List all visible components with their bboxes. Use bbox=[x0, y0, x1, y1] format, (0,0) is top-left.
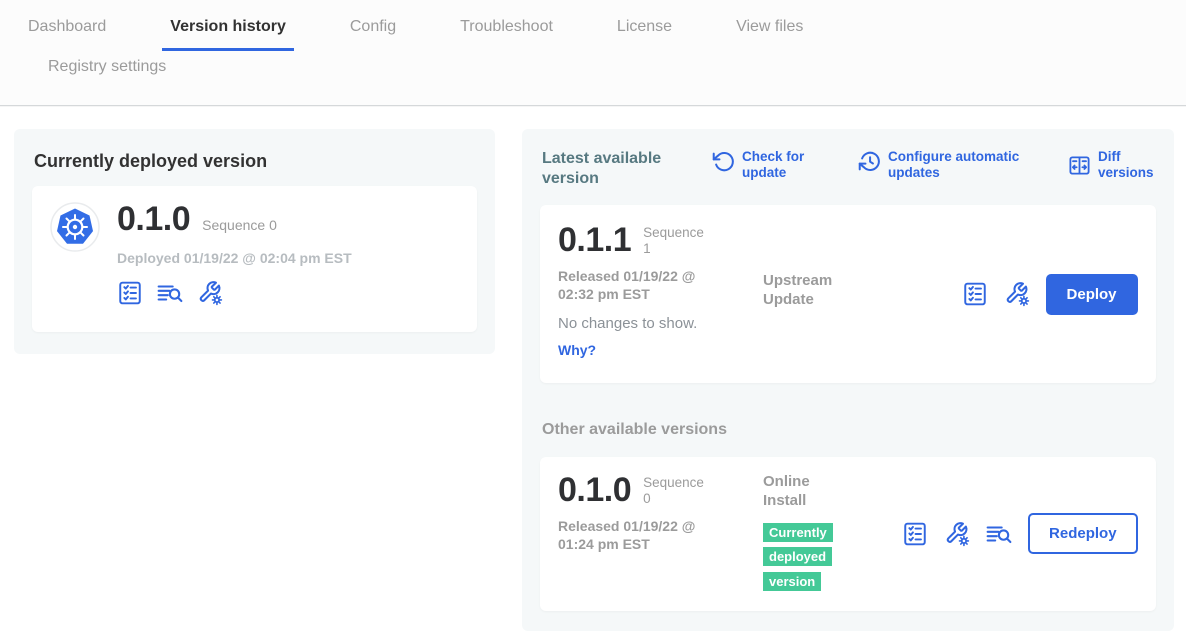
configure-automatic-updates-label: Configure automatic updates bbox=[888, 149, 1038, 181]
auto-update-schedule-icon bbox=[858, 150, 881, 173]
tab-troubleshoot[interactable]: Troubleshoot bbox=[452, 13, 561, 51]
diff-versions-label: Diff versions bbox=[1098, 149, 1154, 181]
tab-config[interactable]: Config bbox=[342, 13, 404, 51]
currently-deployed-panel: Currently deployed version bbox=[14, 129, 495, 354]
deployed-version-details: 0.1.0 Sequence 0 Deployed 01/19/22 @ 02:… bbox=[117, 202, 352, 316]
kubernetes-logo-icon bbox=[50, 202, 100, 252]
other-version-actions: Redeploy bbox=[902, 513, 1138, 554]
latest-available-title: Latest available version bbox=[542, 149, 682, 189]
release-notes-icon[interactable] bbox=[962, 281, 988, 307]
check-update-icon bbox=[712, 150, 735, 173]
other-version-number: 0.1.0 bbox=[558, 473, 631, 507]
online-install-label: Online Install bbox=[763, 473, 845, 511]
deploy-button[interactable]: Deploy bbox=[1046, 274, 1138, 315]
other-sequence-label: Sequence 0 bbox=[643, 475, 711, 506]
deployed-sequence-label: Sequence 0 bbox=[202, 217, 277, 233]
other-version-card: 0.1.0 Sequence 0 Released 01/19/22 @ 01:… bbox=[540, 457, 1156, 611]
badge-wrap: Currently deployed version bbox=[763, 521, 845, 595]
check-for-update-link[interactable]: Check for update bbox=[712, 149, 828, 181]
why-link[interactable]: Why? bbox=[558, 342, 596, 358]
latest-version-number: 0.1.1 bbox=[558, 223, 631, 257]
redeploy-button[interactable]: Redeploy bbox=[1028, 513, 1138, 554]
other-version-details: 0.1.0 Sequence 0 Released 01/19/22 @ 01:… bbox=[558, 473, 763, 595]
tab-version-history[interactable]: Version history bbox=[162, 13, 294, 51]
release-notes-icon[interactable] bbox=[117, 280, 143, 306]
app-nav: Dashboard Version history Config Trouble… bbox=[0, 0, 1186, 106]
logs-icon[interactable] bbox=[157, 280, 183, 306]
other-released-timestamp: Released 01/19/22 @ 01:24 pm EST bbox=[558, 517, 730, 553]
available-panel-header: Latest available version Check for updat… bbox=[542, 149, 1154, 189]
tab-dashboard[interactable]: Dashboard bbox=[20, 13, 114, 51]
nav-row-1: Dashboard Version history Config Trouble… bbox=[0, 13, 1186, 51]
latest-version-card: 0.1.1 Sequence 1 Released 01/19/22 @ 02:… bbox=[540, 205, 1156, 383]
currently-deployed-badge: Currently deployed version bbox=[763, 523, 833, 591]
latest-version-details: 0.1.1 Sequence 1 Released 01/19/22 @ 02:… bbox=[558, 223, 763, 365]
config-icon[interactable] bbox=[1004, 281, 1030, 307]
changes-note: No changes to show. bbox=[558, 315, 763, 332]
configure-automatic-updates-link[interactable]: Configure automatic updates bbox=[858, 149, 1038, 181]
latest-released-timestamp: Released 01/19/22 @ 02:32 pm EST bbox=[558, 267, 730, 303]
deployed-actions bbox=[117, 280, 352, 306]
latest-sequence-label: Sequence 1 bbox=[643, 225, 711, 256]
config-icon[interactable] bbox=[197, 280, 223, 306]
upstream-update-label: Upstream Update bbox=[763, 272, 845, 310]
deployed-timestamp: Deployed 01/19/22 @ 02:04 pm EST bbox=[117, 250, 352, 266]
other-versions-title: Other available versions bbox=[542, 421, 1154, 439]
available-versions-panel: Latest available version Check for updat… bbox=[522, 129, 1174, 631]
tab-view-files[interactable]: View files bbox=[728, 13, 811, 51]
latest-version-actions: Deploy bbox=[962, 274, 1138, 315]
release-notes-icon[interactable] bbox=[902, 521, 928, 547]
latest-version-source: Upstream Update bbox=[763, 223, 881, 365]
nav-row-2: Registry settings bbox=[0, 53, 1186, 105]
tab-license[interactable]: License bbox=[609, 13, 680, 51]
other-version-source: Online Install Currently deployed versio… bbox=[763, 473, 881, 595]
config-icon[interactable] bbox=[944, 521, 970, 547]
deployed-version-card: 0.1.0 Sequence 0 Deployed 01/19/22 @ 02:… bbox=[32, 186, 477, 332]
diff-versions-link[interactable]: Diff versions bbox=[1068, 149, 1154, 181]
currently-deployed-title: Currently deployed version bbox=[34, 151, 475, 172]
check-for-update-label: Check for update bbox=[742, 149, 828, 181]
tab-registry-settings[interactable]: Registry settings bbox=[40, 53, 174, 91]
main-content: Currently deployed version bbox=[0, 106, 1186, 631]
diff-versions-icon bbox=[1068, 154, 1091, 177]
deployed-version-number: 0.1.0 bbox=[117, 202, 190, 236]
logs-icon[interactable] bbox=[986, 521, 1012, 547]
